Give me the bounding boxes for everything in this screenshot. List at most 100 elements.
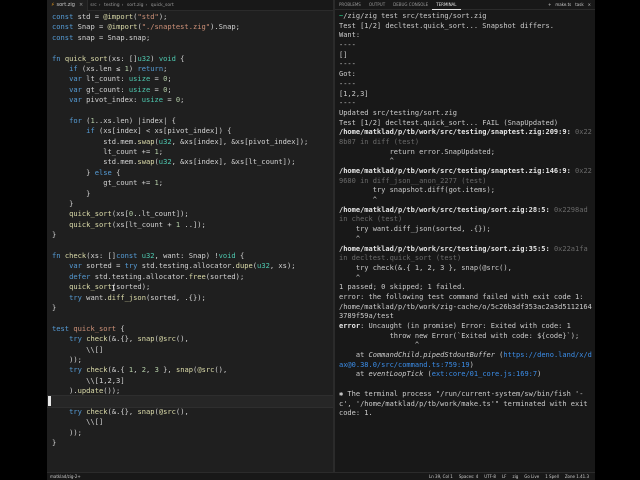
status-item[interactable]: Go Live — [524, 474, 539, 479]
code-line-token: snap — [137, 406, 155, 416]
terminal-task[interactable]: task — [575, 2, 583, 7]
code-line-token: { — [175, 53, 185, 63]
code-line-token: defer — [69, 271, 91, 281]
code-line-token: void — [158, 53, 176, 63]
code-line-token — [52, 365, 69, 374]
code-line-token: usize — [128, 74, 151, 84]
code-line-token: quick_sort — [73, 323, 117, 333]
terminal-name[interactable]: make.ts — [555, 2, 571, 7]
terminal-output[interactable]: ~/zig/zig test src/testing/sort.zig Test … — [335, 12, 595, 419]
code-line-token: (xs: [] — [86, 250, 117, 260]
code-line-token: try — [69, 365, 82, 375]
status-item[interactable]: UTF-8 — [484, 474, 496, 479]
breadcrumb-item[interactable]: testing — [104, 3, 120, 8]
status-item[interactable]: LF — [502, 474, 507, 479]
terminal-line-token: ) — [469, 360, 474, 369]
plus-icon[interactable]: + — [548, 2, 551, 7]
terminal-line-token: CommandChild.pipedStdoutBuffer — [368, 351, 495, 360]
terminal-line: throw new Error(`Exited with code: ${cod… — [339, 332, 595, 342]
code-line-token: , &xs[index], &xs[pivot_index]); — [171, 136, 309, 146]
terminal-line-token: 1 passed; 0 skipped; 1 failed. — [339, 283, 466, 292]
breadcrumb-item[interactable]: src — [90, 3, 97, 8]
code-line-token: var — [69, 74, 82, 84]
code-line: } — [47, 230, 333, 240]
code-line-token: diff_json — [107, 292, 146, 302]
code-line-token: dupe — [235, 261, 253, 271]
code-line-token: if — [86, 126, 95, 136]
code-line-token: try — [69, 406, 82, 416]
code-line-token: (xs[lt_count + — [111, 219, 176, 229]
status-item[interactable]: 1 Spell — [545, 474, 559, 479]
status-branch[interactable]: matklad/zig-2+ — [47, 474, 81, 479]
panel-tabs: PROBLEMS OUTPUT DEBUG CONSOLE TERMINAL +… — [335, 0, 595, 10]
terminal-line-token: 3789f59a/test — [339, 312, 394, 321]
code-line-token: (xs.len — [77, 63, 117, 73]
terminal-line-token: 0x22 — [575, 167, 592, 175]
terminal-line-token: at — [339, 351, 369, 360]
code-line: defer std.testing.allocator.free(sorted)… — [47, 272, 333, 282]
code-line-token: ; — [163, 63, 168, 73]
code-line: \\[1,2,3] — [47, 376, 333, 386]
code-line-token: check — [86, 406, 108, 416]
terminal-line-token: try snapshot.diff(got.items); — [339, 186, 495, 195]
code-line-token: } — [52, 199, 74, 209]
code-line-token: check — [86, 334, 108, 344]
code-line-token: , — [146, 365, 155, 375]
code-line-token: ; — [158, 147, 164, 157]
code-line: var sorted = try std.testing.allocator.d… — [47, 261, 333, 271]
close-icon[interactable]: × — [588, 2, 591, 7]
code-line-token — [52, 220, 69, 229]
terminal-instance[interactable]: + make.ts task × — [546, 2, 595, 7]
terminal-line: code: 1. — [339, 409, 595, 419]
tab-problems[interactable]: PROBLEMS — [335, 0, 365, 10]
breadcrumb-item[interactable]: quick_sort — [151, 3, 174, 8]
code-line: if (xs.len ≤ 1) return; — [47, 64, 333, 74]
tab-debug-console[interactable]: DEBUG CONSOLE — [389, 0, 432, 10]
terminal-line: ^ — [339, 235, 595, 245]
tab-terminal[interactable]: TERMINAL — [432, 0, 461, 10]
code-line-token: fn — [52, 53, 61, 63]
code-line-token: quick_sort — [64, 53, 108, 63]
code-line-token: (xs[index] < xs[pivot_index]) { — [94, 126, 232, 136]
code-line-token: @src — [197, 365, 215, 375]
code-line-token: sorted = — [81, 261, 125, 271]
code-line-token: fn — [52, 250, 61, 260]
terminal-line-token: c', '/home/matklad/p/tb/work/make.ts'" t… — [339, 399, 588, 408]
terminal-line: ax@0.38.0/src/command.ts:759:19) — [339, 361, 595, 371]
code-line-token: , xs); — [269, 261, 296, 271]
tab-output[interactable]: OUTPUT — [365, 0, 389, 10]
code-line: if (xs[index] < xs[pivot_index]) { — [47, 126, 333, 136]
status-bar: matklad/zig-2+ Ln 39, Col 1 Spaces: 4 UTF-… — [47, 472, 595, 480]
status-item[interactable]: Ln 39, Col 1 — [429, 474, 453, 479]
code-line-token: std.mem. — [52, 136, 138, 146]
terminal-line: ^ — [339, 157, 595, 167]
status-item[interactable]: zig — [512, 474, 518, 479]
breadcrumb-item[interactable]: sort.zig — [127, 3, 144, 8]
code-line-token: @src — [158, 334, 176, 344]
editor-tab-bar: ⚡ sort.zig × src › testing › sort.zig › qui… — [47, 0, 333, 11]
editor-tab[interactable]: ⚡ sort.zig × — [47, 0, 89, 11]
code-line-token: (xs[ — [111, 209, 129, 219]
code-line: gt_count += 1; — [47, 178, 333, 188]
code-area[interactable]: const std = @import("std"); const Snap = … — [47, 12, 334, 448]
close-icon[interactable]: × — [79, 2, 83, 8]
code-line — [47, 395, 334, 408]
terminal-line: ---- — [339, 41, 595, 51]
terminal-line-token: Want: — [339, 31, 361, 40]
terminal-line-token: /zig/zig test src/testing/sort.zig — [343, 12, 487, 20]
code-line-token — [52, 334, 69, 343]
code-line: quick_sort(sorted); — [47, 282, 333, 292]
code-line: try check(&.{}, snap(@src(), — [47, 334, 333, 344]
code-line: try check(&.{ 1, 2, 3 }, snap(@src(), — [47, 365, 333, 375]
code-line-token: } — [52, 188, 91, 198]
code-line: quick_sort(xs[lt_count + 1 ..]); — [47, 220, 333, 230]
code-line-token: (&.{}, — [107, 406, 138, 416]
terminal-line-token: ext:core/01_core.js:169:7 — [431, 370, 538, 379]
status-item[interactable]: Spaces: 4 — [459, 474, 478, 479]
code-line: } — [47, 199, 333, 209]
status-item[interactable]: Zone 1.41.3 — [565, 474, 589, 479]
terminal-line: ---- — [339, 60, 595, 70]
terminal-line: ~/zig/zig test src/testing/sort.zig — [339, 12, 595, 22]
code-line: \\[] — [47, 345, 333, 355]
